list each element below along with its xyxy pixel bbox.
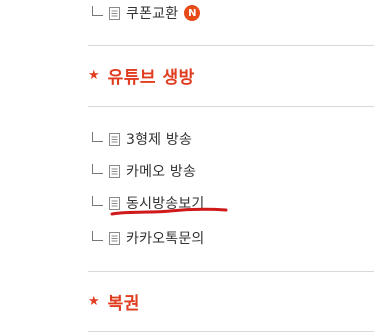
board-item-label: 카카오톡문의 <box>126 231 205 247</box>
board-item-simulcast-view[interactable]: 동시방송보기 <box>92 192 204 214</box>
divider <box>88 271 374 272</box>
section-title: 유튜브 생방 <box>107 67 195 88</box>
document-icon <box>109 196 120 210</box>
star-icon: ★ <box>88 67 100 83</box>
tree-branch-icon <box>92 5 103 16</box>
section-title: 복권 <box>107 293 140 314</box>
star-icon: ★ <box>88 293 100 309</box>
section-header-youtube-live: ★ 유튜브 생방 <box>88 62 195 88</box>
document-icon <box>109 132 120 146</box>
cafe-menu-sidebar: 쿠폰교환 N ★ 유튜브 생방 3형제 방송 카메오 방송 동시방송보기 카카오… <box>0 0 381 335</box>
board-item-3-brothers-broadcast[interactable]: 3형제 방송 <box>92 128 192 150</box>
divider <box>88 331 374 332</box>
tree-branch-icon <box>92 163 103 174</box>
divider <box>88 106 374 107</box>
document-icon <box>109 164 120 178</box>
board-item-label: 3형제 방송 <box>126 132 193 148</box>
document-icon <box>109 6 120 20</box>
board-item-kakaotalk-inquiry[interactable]: 카카오톡문의 <box>92 227 204 249</box>
board-item-label: 카메오 방송 <box>126 164 197 180</box>
document-icon <box>109 231 120 245</box>
tree-branch-icon <box>92 195 103 206</box>
board-item-cameo-broadcast[interactable]: 카메오 방송 <box>92 160 196 182</box>
tree-branch-icon <box>92 131 103 142</box>
board-item-label: 쿠폰교환 <box>126 6 179 22</box>
tree-branch-icon <box>92 230 103 241</box>
section-header-lottery: ★ 복권 <box>88 288 140 314</box>
board-item-coupon-exchange[interactable]: 쿠폰교환 N <box>92 2 201 24</box>
divider <box>88 45 374 46</box>
board-item-label: 동시방송보기 <box>126 196 205 212</box>
new-badge: N <box>184 5 201 21</box>
